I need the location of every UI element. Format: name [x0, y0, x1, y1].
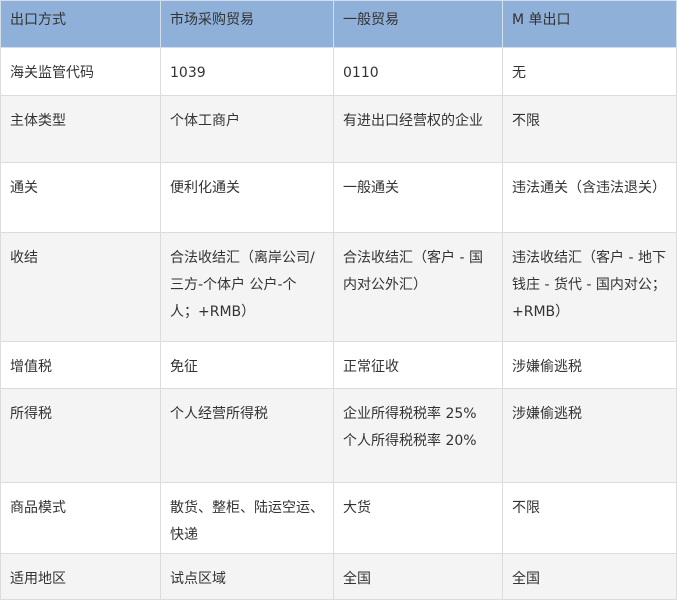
row-label: 商品模式	[0, 482, 161, 554]
table-cell: 不限	[502, 95, 677, 163]
table-cell: 便利化通关	[160, 162, 334, 233]
table-cell: 合法收结汇（离岸公司/三方-个体户 公户-个人；+RMB）	[160, 232, 334, 342]
row-label: 增值税	[0, 341, 161, 389]
table-cell: 1039	[160, 47, 334, 96]
table-cell: 一般通关	[333, 162, 503, 233]
table-cell: 涉嫌偷逃税	[502, 341, 677, 389]
table-cell: 试点区域	[160, 553, 334, 600]
table-cell: 全国	[333, 553, 503, 600]
table-cell: 免征	[160, 341, 334, 389]
table-cell: 大货	[333, 482, 503, 554]
table-row: 主体类型 个体工商户 有进出口经营权的企业 不限	[0, 95, 677, 163]
header-row: 出口方式 市场采购贸易 一般贸易 M 单出口	[0, 0, 677, 48]
table-row: 适用地区 试点区域 全国 全国	[0, 553, 677, 600]
header-market-procurement: 市场采购贸易	[160, 0, 334, 48]
table-row: 增值税 免征 正常征收 涉嫌偷逃税	[0, 341, 677, 389]
table-cell: 违法收结汇（客户 - 地下钱庄 - 货代 - 国内对公；+RMB）	[502, 232, 677, 342]
table-row: 商品模式 散货、整柜、陆运空运、快递 大货 不限	[0, 482, 677, 554]
table-cell: 有进出口经营权的企业	[333, 95, 503, 163]
table-cell: 合法收结汇（客户 - 国内对公外汇）	[333, 232, 503, 342]
header-export-method: 出口方式	[0, 0, 161, 48]
table-cell: 不限	[502, 482, 677, 554]
table-row: 所得税 个人经营所得税 企业所得税税率 25% 个人所得税税率 20% 涉嫌偷逃…	[0, 388, 677, 483]
table-row: 通关 便利化通关 一般通关 违法通关（含违法退关）	[0, 162, 677, 233]
table-row: 海关监管代码 1039 0110 无	[0, 47, 677, 96]
table-cell: 全国	[502, 553, 677, 600]
table-cell: 0110	[333, 47, 503, 96]
row-label: 收结	[0, 232, 161, 342]
table-cell: 正常征收	[333, 341, 503, 389]
row-label: 适用地区	[0, 553, 161, 600]
row-label: 海关监管代码	[0, 47, 161, 96]
table-cell: 无	[502, 47, 677, 96]
comparison-table: 出口方式 市场采购贸易 一般贸易 M 单出口 海关监管代码 1039 0110 …	[0, 0, 677, 600]
header-general-trade: 一般贸易	[333, 0, 503, 48]
row-label: 通关	[0, 162, 161, 233]
row-label: 主体类型	[0, 95, 161, 163]
table-cell: 企业所得税税率 25% 个人所得税税率 20%	[333, 388, 503, 483]
table-cell: 违法通关（含违法退关）	[502, 162, 677, 233]
header-m-bill-export: M 单出口	[502, 0, 677, 48]
table-row: 收结 合法收结汇（离岸公司/三方-个体户 公户-个人；+RMB） 合法收结汇（客…	[0, 232, 677, 342]
table-cell: 散货、整柜、陆运空运、快递	[160, 482, 334, 554]
table-cell: 个人经营所得税	[160, 388, 334, 483]
table-cell: 个体工商户	[160, 95, 334, 163]
table-cell: 涉嫌偷逃税	[502, 388, 677, 483]
row-label: 所得税	[0, 388, 161, 483]
